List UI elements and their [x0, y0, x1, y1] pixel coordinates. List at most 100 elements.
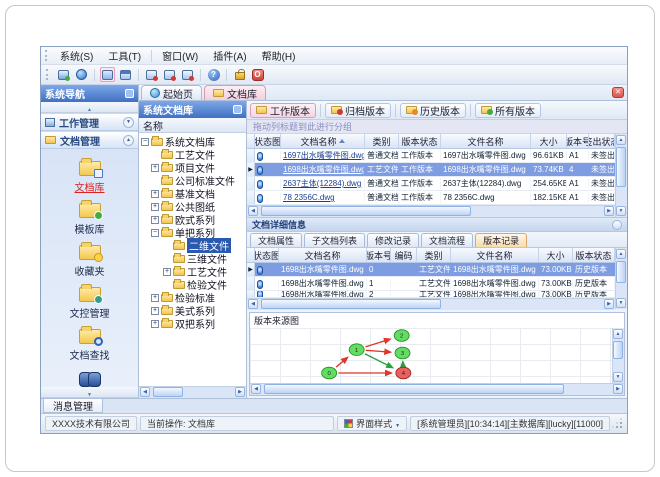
- scroll-up-icon[interactable]: [613, 329, 623, 339]
- col-docname[interactable]: 文档名称: [281, 134, 365, 148]
- tree-horizontal-scrollbar[interactable]: [139, 386, 246, 398]
- scroll-thumb[interactable]: [261, 206, 471, 216]
- table-row[interactable]: 1698出水嘴零件图.dwg 1 工艺文件 1698出水嘴零件图.dwg 73.…: [247, 277, 615, 291]
- menu-system[interactable]: 系统(S): [53, 47, 100, 64]
- tab-modify-records[interactable]: 修改记录: [367, 233, 420, 247]
- archive-version-button[interactable]: 归档版本: [325, 102, 391, 118]
- col-verno[interactable]: 版本号: [367, 248, 391, 262]
- scroll-down-icon[interactable]: [613, 372, 623, 382]
- expand-icon[interactable]: [151, 163, 159, 172]
- scroll-thumb[interactable]: [261, 299, 441, 309]
- version-graph-canvas[interactable]: 01234: [250, 328, 612, 383]
- scroll-left-icon[interactable]: [251, 384, 261, 394]
- sidebar-item-docsearch[interactable]: 文档查找: [70, 325, 110, 362]
- toolbar-grip[interactable]: [46, 69, 49, 80]
- resize-grip[interactable]: [613, 419, 623, 429]
- expand-icon[interactable]: [151, 306, 159, 315]
- cell-docname[interactable]: 1698出水嘴零件图.dwg: [281, 164, 365, 175]
- window-badge2-icon[interactable]: [180, 67, 195, 82]
- documents-vertical-scrollbar[interactable]: [615, 134, 627, 217]
- cell-docname[interactable]: 1697出水嘴零件图.dwg: [281, 150, 365, 161]
- group-by-hint[interactable]: 拖动列标题到此进行分组: [247, 120, 627, 134]
- table-row[interactable]: 78 2356C.dwg 普通文档 工作版本 78 2356C.dwg 182.…: [247, 191, 615, 205]
- col-code[interactable]: 编码: [391, 248, 417, 262]
- pin-icon[interactable]: [125, 89, 134, 98]
- collapse-icon[interactable]: [151, 228, 159, 237]
- col-filename[interactable]: 文件名称: [441, 134, 531, 148]
- ui-style-selector[interactable]: 界面样式: [337, 416, 408, 431]
- tree-pin-icon[interactable]: [233, 105, 242, 114]
- sidebar-section-document[interactable]: 文档管理: [41, 131, 138, 149]
- expand-icon[interactable]: [151, 202, 159, 211]
- scroll-up-icon[interactable]: [616, 249, 626, 259]
- scroll-down-icon[interactable]: [616, 298, 626, 308]
- col-checkout[interactable]: 签出状态: [589, 134, 615, 148]
- col-verno[interactable]: 版本号: [567, 134, 589, 148]
- scroll-left-icon[interactable]: [248, 206, 258, 216]
- tab-homepage[interactable]: 起始页: [141, 85, 202, 101]
- col-docname[interactable]: 文档名称: [279, 248, 367, 262]
- scroll-left-icon[interactable]: [248, 299, 258, 309]
- col-stateicon[interactable]: 状态图: [255, 248, 279, 262]
- graph-horizontal-scrollbar[interactable]: [250, 383, 624, 395]
- expand-icon[interactable]: [163, 267, 171, 276]
- close-icon[interactable]: [612, 87, 624, 98]
- chevron-up-icon[interactable]: [123, 134, 134, 146]
- scroll-thumb[interactable]: [616, 147, 626, 187]
- scroll-left-icon[interactable]: [140, 387, 150, 397]
- scroll-thumb[interactable]: [613, 341, 623, 359]
- tab-doc-flow[interactable]: 文档流程: [421, 233, 474, 247]
- scroll-right-icon[interactable]: [613, 384, 623, 394]
- menubar-grip[interactable]: [45, 50, 48, 61]
- sidebar-item-favorites[interactable]: 收藏夹: [75, 241, 105, 278]
- collapse-icon[interactable]: [141, 137, 149, 146]
- sidebar-section-work[interactable]: 工作管理: [41, 113, 138, 131]
- sidebar-item-foldersearch[interactable]: 文件夹查找: [65, 367, 115, 387]
- history-version-button[interactable]: 历史版本: [400, 102, 466, 118]
- expand-icon[interactable]: [151, 215, 159, 224]
- scroll-thumb[interactable]: [153, 387, 183, 397]
- col-category[interactable]: 类别: [365, 134, 399, 148]
- versions-horizontal-scrollbar[interactable]: [247, 298, 615, 310]
- col-category[interactable]: 类别: [417, 248, 451, 262]
- col-size[interactable]: 大小: [531, 134, 567, 148]
- documents-horizontal-scrollbar[interactable]: [247, 205, 615, 217]
- window-badge-icon[interactable]: [162, 67, 177, 82]
- scroll-right-icon[interactable]: [604, 299, 614, 309]
- tab-message-management[interactable]: 消息管理: [43, 399, 103, 413]
- expand-icon[interactable]: [151, 189, 159, 198]
- table-row-selected[interactable]: 1698出水嘴零件图.dwg 0 工艺文件 1698出水嘴零件图.dwg 73.…: [247, 263, 615, 277]
- details-header[interactable]: 文档详细信息: [247, 217, 627, 232]
- scroll-right-icon[interactable]: [235, 387, 245, 397]
- display-icon[interactable]: [56, 67, 71, 82]
- tree-column-header[interactable]: 名称: [139, 118, 246, 133]
- menu-plugins[interactable]: 插件(A): [206, 47, 253, 64]
- col-size[interactable]: 大小: [539, 248, 573, 262]
- tab-doclib[interactable]: 文档库: [204, 85, 266, 101]
- menu-help[interactable]: 帮助(H): [255, 47, 303, 64]
- lock-icon[interactable]: [232, 67, 247, 82]
- graph-vertical-scrollbar[interactable]: [612, 328, 624, 383]
- tab-doc-properties[interactable]: 文档属性: [250, 233, 303, 247]
- chevron-down-icon[interactable]: [123, 116, 134, 128]
- folder-icon[interactable]: [100, 67, 115, 82]
- calendar-icon[interactable]: [118, 67, 133, 82]
- globe-icon[interactable]: [74, 67, 89, 82]
- table-row-clipped[interactable]: 1698出水嘴零件图.dwg 2 工艺文件 1698出水嘴零件图.dwg 73.…: [247, 291, 615, 298]
- col-filename[interactable]: 文件名称: [451, 248, 539, 262]
- sidebar-collapse-top[interactable]: [41, 102, 138, 113]
- power-icon[interactable]: O: [250, 67, 265, 82]
- collapse-details-icon[interactable]: [612, 219, 622, 230]
- expand-icon[interactable]: [151, 319, 159, 328]
- versions-vertical-scrollbar[interactable]: [615, 248, 627, 309]
- expand-icon[interactable]: [151, 293, 159, 302]
- table-row[interactable]: 1697出水嘴零件图.dwg 普通文档 工作版本 1697出水嘴零件图.dwg …: [247, 149, 615, 163]
- scroll-down-icon[interactable]: [616, 206, 626, 216]
- scroll-thumb[interactable]: [616, 261, 626, 283]
- work-version-button[interactable]: 工作版本: [250, 102, 316, 118]
- table-row-selected[interactable]: 1698出水嘴零件图.dwg 工艺文件 工作版本 1698出水嘴零件图.dwg …: [247, 163, 615, 177]
- menu-window[interactable]: 窗口(W): [155, 47, 205, 64]
- sidebar-collapse-bottom[interactable]: [41, 387, 138, 398]
- col-stateicon[interactable]: 状态图: [255, 134, 281, 148]
- mail-icon[interactable]: [144, 67, 159, 82]
